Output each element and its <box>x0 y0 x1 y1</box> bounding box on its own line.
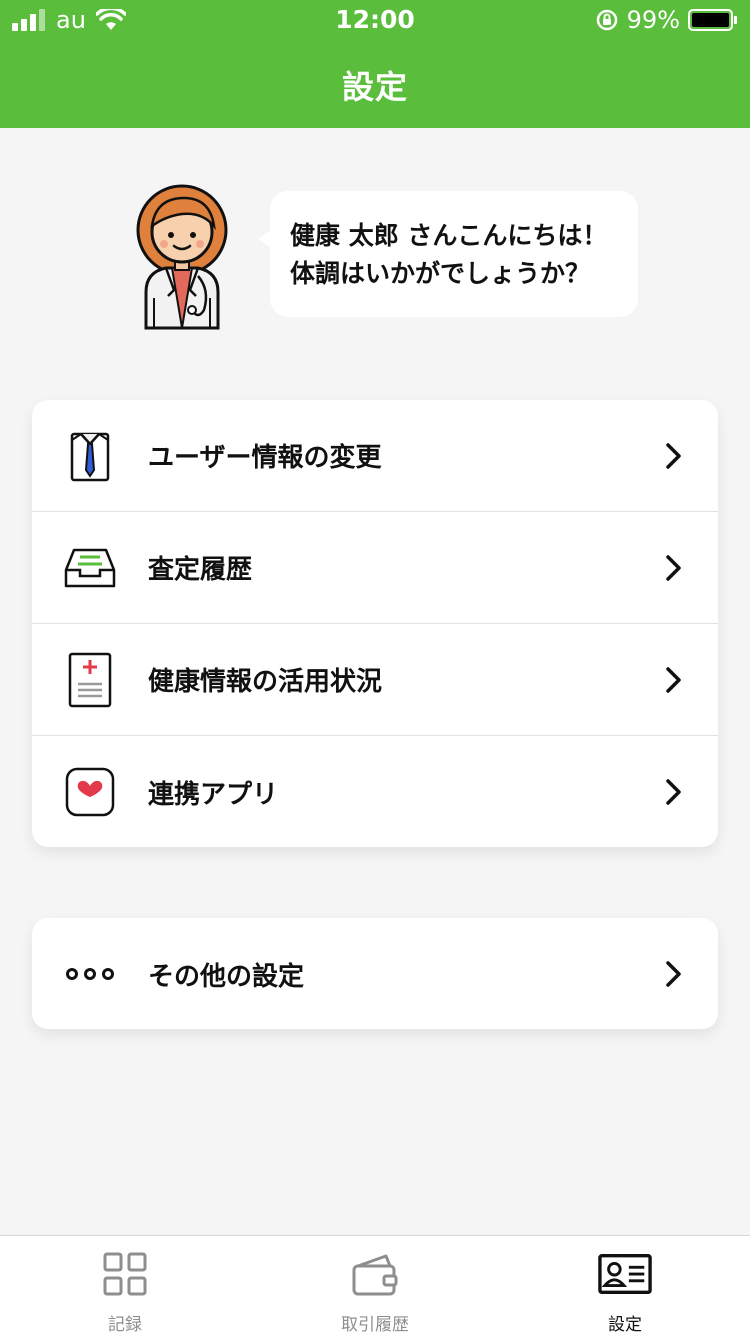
heart-app-icon <box>65 767 115 817</box>
tab-label: 取引履歴 <box>341 1315 409 1334</box>
tab-bar: 記録 取引履歴 設定 <box>0 1235 750 1334</box>
chevron-right-icon <box>666 555 681 581</box>
tab-transaction-history[interactable]: 取引履歴 <box>250 1236 500 1334</box>
menu-item-label: 健康情報の活用状況 <box>148 667 383 697</box>
chevron-right-icon <box>666 961 681 987</box>
chevron-right-icon <box>666 667 681 693</box>
grid-icon <box>103 1252 147 1296</box>
menu-item-user-info[interactable]: ユーザー情報の変更 <box>32 400 718 512</box>
chevron-right-icon <box>666 779 681 805</box>
medical-record-icon <box>68 652 112 708</box>
tab-settings[interactable]: 設定 <box>500 1236 750 1334</box>
menu-item-label: 連携アプリ <box>148 779 279 810</box>
chevron-right-icon <box>666 443 681 469</box>
shirt-tie-icon <box>70 432 110 482</box>
orientation-lock-icon <box>596 9 617 31</box>
menu-item-label: その他の設定 <box>148 961 305 992</box>
greeting-bubble: 健康 太郎 さんこんにちは！ 体調はいかがでしょうか？ <box>258 191 638 317</box>
greeting-line-2: 体調はいかがでしょうか？ <box>290 259 591 288</box>
top-bar: au 12:00 99% 設定 <box>0 0 750 128</box>
status-bar: au 12:00 99% <box>0 0 750 40</box>
menu-item-health-info-usage[interactable]: 健康情報の活用状況 <box>32 624 718 736</box>
inbox-tray-icon <box>64 548 116 588</box>
id-card-icon <box>598 1254 652 1295</box>
menu-item-assessment-history[interactable]: 査定履歴 <box>32 512 718 624</box>
battery-icon <box>688 9 737 31</box>
settings-menu-card: ユーザー情報の変更 査定履歴 健康情報の活用状況 連携アプリ <box>32 400 718 847</box>
battery-percent: 99% <box>626 6 680 34</box>
tab-label: 設定 <box>608 1315 642 1334</box>
doctor-avatar-icon <box>136 184 228 330</box>
greeting-line-1: 健康 太郎 さんこんにちは！ <box>290 221 608 250</box>
wallet-icon <box>352 1254 398 1296</box>
page-title: 設定 <box>341 68 408 106</box>
menu-item-label: ユーザー情報の変更 <box>148 443 382 473</box>
tab-label: 記録 <box>108 1315 142 1334</box>
tab-records[interactable]: 記録 <box>0 1236 250 1334</box>
menu-item-label: 査定履歴 <box>148 555 253 585</box>
other-settings-card: その他の設定 <box>32 918 718 1029</box>
menu-item-linked-apps[interactable]: 連携アプリ <box>32 736 718 848</box>
more-dots-icon <box>66 968 114 980</box>
menu-item-other-settings[interactable]: その他の設定 <box>32 918 718 1030</box>
